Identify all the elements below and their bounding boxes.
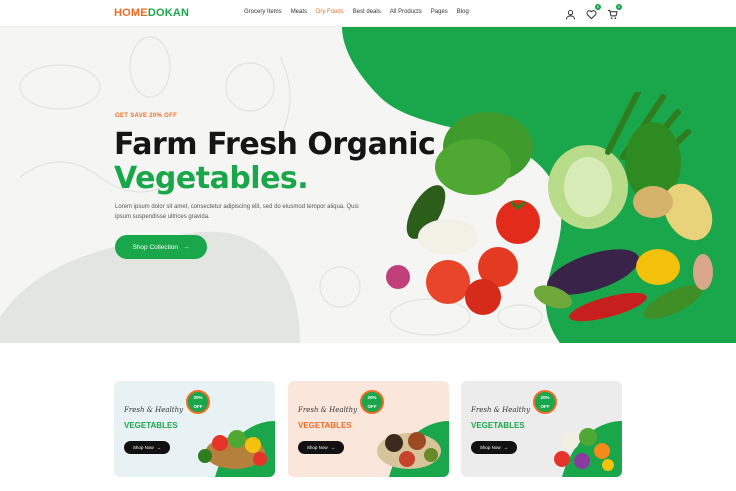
brand-part-1: HOME	[114, 7, 148, 19]
vegetable-basket-image	[198, 421, 275, 477]
hero-title-line-2: Vegetables.	[114, 161, 309, 196]
shop-collection-label: Shop Collection	[132, 243, 179, 251]
brand-logo[interactable]: HOMEDOKAN	[114, 7, 189, 19]
heart-icon[interactable]: 0	[586, 4, 601, 20]
wishlist-count-badge: 0	[595, 4, 601, 10]
shop-now-button[interactable]: Shop Now →	[124, 441, 170, 454]
spices-image	[377, 421, 449, 477]
shop-now-label: Shop Now	[306, 445, 328, 450]
nav-item-best-deals[interactable]: Best deals	[353, 9, 381, 15]
nav-item-all-products[interactable]: All Products	[390, 9, 422, 15]
shop-now-label: Shop Now	[132, 445, 154, 450]
shop-now-button[interactable]: Shop Now →	[298, 441, 344, 454]
promo-card-3[interactable]: Fresh & Healthy VEGETABLES Shop Now → 20%…	[461, 381, 622, 477]
shop-collection-button[interactable]: Shop Collection →	[115, 235, 207, 259]
arrow-right-icon: →	[156, 445, 162, 450]
user-icon[interactable]	[565, 7, 576, 20]
main-nav: Grocery Items Meats Dry Foods Best deals…	[244, 9, 469, 15]
mixed-vegetables-image	[554, 421, 622, 477]
nav-item-dry-foods[interactable]: Dry Foods	[316, 9, 344, 15]
site-header: HOMEDOKAN Grocery Items Meats Dry Foods …	[0, 0, 736, 27]
shop-now-label: Shop Now	[479, 445, 501, 450]
shop-now-button[interactable]: Shop Now →	[471, 441, 517, 454]
nav-item-meats[interactable]: Meats	[291, 9, 307, 15]
hero-tagline: GET SAVE 20% OFF	[115, 113, 178, 119]
arrow-right-icon: →	[503, 445, 509, 450]
header-actions: 0 0	[565, 4, 622, 20]
arrow-right-icon: →	[183, 243, 190, 251]
cart-icon[interactable]: 0	[607, 4, 622, 19]
nav-item-grocery-items[interactable]: Grocery Items	[244, 9, 282, 15]
hero-description: Lorem ipsum dolor sit amet, consectetur …	[115, 204, 359, 220]
nav-item-pages[interactable]: Pages	[431, 9, 448, 15]
cart-count-badge: 0	[616, 4, 622, 10]
vegetables-illustration	[386, 92, 713, 322]
promo-card-2[interactable]: Fresh & Healthy VEGETABLES Shop Now → 20%…	[288, 381, 449, 477]
nav-item-blog[interactable]: Blog	[457, 9, 469, 15]
brand-part-2: DOKAN	[147, 7, 190, 19]
promo-card-1[interactable]: Fresh & Healthy VEGETABLES Shop Now → 20%…	[114, 381, 275, 477]
arrow-right-icon: →	[330, 445, 336, 450]
hero-banner: GET SAVE 20% OFF Farm Fresh Organic Vege…	[0, 27, 736, 343]
